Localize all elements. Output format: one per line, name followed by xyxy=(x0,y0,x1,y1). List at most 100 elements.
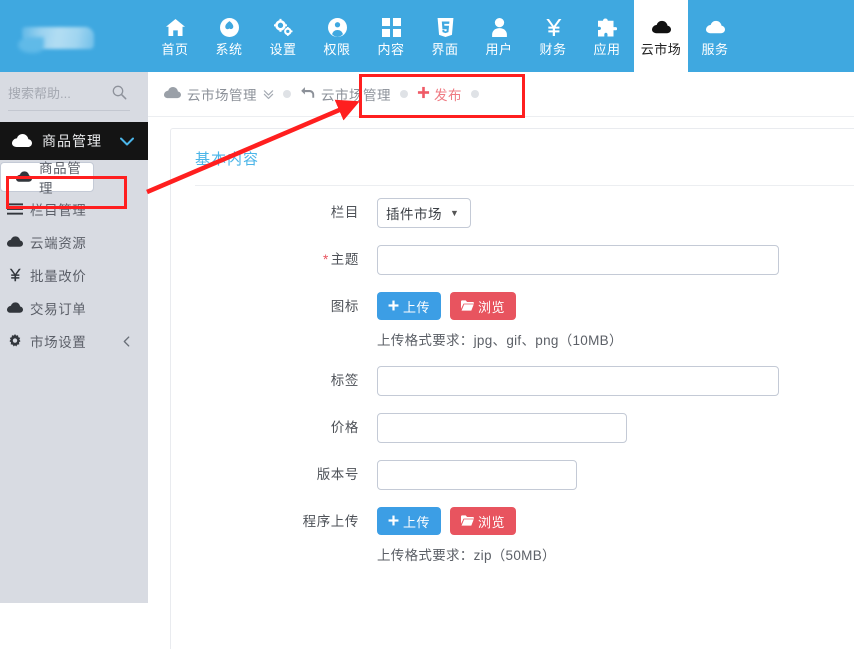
upload-hint-2: 上传格式要求：jpg、gif、png（10MB） xyxy=(377,333,623,348)
sidebar-search-row xyxy=(0,72,148,122)
breadcrumb-separator-dot xyxy=(283,90,291,98)
form-row-2: 图标 上传 浏览上传格式要求：jpg、gif、png（10MB） xyxy=(171,292,854,349)
logo-image xyxy=(22,27,94,49)
form-control-1 xyxy=(377,245,854,275)
upload-button-2[interactable]: 上传 xyxy=(377,292,442,320)
grid-icon xyxy=(381,15,401,41)
form-label-5: 版本号 xyxy=(316,467,359,482)
top-nav-item-10[interactable]: 服务 xyxy=(688,0,742,72)
form-label-1: * 主题 xyxy=(322,252,359,267)
cloud-icon xyxy=(705,15,725,41)
form-label-2: 图标 xyxy=(330,299,359,314)
publish-form: 栏目 插件市场 ▼ * 主题 图标 上传 浏览 上传格式要求：jpg、gif、png（10MB）… xyxy=(171,186,854,564)
browse-button-label: 浏览 xyxy=(478,299,506,315)
back-arrow-icon[interactable] xyxy=(300,86,315,102)
field-input-1[interactable] xyxy=(377,245,779,275)
folder-icon xyxy=(461,514,475,529)
breadcrumb-root-label: 云市场管理 xyxy=(187,88,257,103)
top-nav-item-4[interactable]: 内容 xyxy=(364,0,418,72)
globe-icon xyxy=(219,15,239,41)
top-nav-item-1[interactable]: 系统 xyxy=(202,0,256,72)
content-area: 云市场管理 云市场管理 发布 基本内容 栏目 插件市场 ▼ * 主题 图标 上传… xyxy=(148,72,854,649)
sidebar-item-label: 市场设置 xyxy=(30,334,87,350)
browse-button-6[interactable]: 浏览 xyxy=(450,507,517,535)
form-control-4 xyxy=(377,413,854,443)
cloud-icon xyxy=(0,235,30,249)
upload-button-6[interactable]: 上传 xyxy=(377,507,442,535)
sidebar-section-header[interactable]: 商品管理 xyxy=(0,122,158,160)
form-control-2: 上传 浏览上传格式要求：jpg、gif、png（10MB） xyxy=(377,292,854,349)
top-nav-item-2[interactable]: 设置 xyxy=(256,0,310,72)
search-input[interactable] xyxy=(8,86,124,101)
form-row-5: 版本号 xyxy=(171,460,854,490)
form-label-0: 栏目 xyxy=(330,205,359,220)
breadcrumb-back-label: 云市场管理 xyxy=(321,88,391,103)
search-underline xyxy=(8,110,130,111)
top-nav-item-6[interactable]: 用户 xyxy=(472,0,526,72)
breadcrumb-root[interactable]: 云市场管理 xyxy=(164,84,274,104)
gears-icon xyxy=(273,15,293,41)
chevrons-down-icon[interactable] xyxy=(263,89,274,100)
form-row-6: 程序上传 上传 浏览 上传格式要求：zip（50MB） xyxy=(171,507,854,564)
puzzle-icon xyxy=(597,15,617,41)
top-nav-label: 权限 xyxy=(323,41,351,57)
sidebar-item-1[interactable]: 栏目管理 xyxy=(0,192,148,225)
html5-icon xyxy=(436,15,455,41)
sidebar-item-0[interactable]: 商品管理 xyxy=(0,161,94,196)
breadcrumb-publish-action[interactable]: 发布 xyxy=(417,84,462,104)
cloud-icon xyxy=(164,86,181,102)
top-nav-item-8[interactable]: 应用 xyxy=(580,0,634,72)
form-control-5 xyxy=(377,460,854,490)
field-select-0[interactable]: 插件市场 ▼ xyxy=(377,198,471,228)
top-nav-label: 用户 xyxy=(485,41,513,57)
top-nav-label: 界面 xyxy=(431,41,459,57)
cloud-icon xyxy=(0,301,30,315)
sidebar-item-2[interactable]: 云端资源 xyxy=(0,225,148,258)
top-nav-item-7[interactable]: 财务 xyxy=(526,0,580,72)
chevron-left-icon[interactable] xyxy=(123,335,130,350)
cloud-icon xyxy=(9,170,39,184)
browse-button-2[interactable]: 浏览 xyxy=(450,292,517,320)
top-nav-label: 首页 xyxy=(161,41,189,57)
sidebar-item-label: 交易订单 xyxy=(30,301,87,317)
plus-icon xyxy=(417,86,430,102)
upload-button-label: 上传 xyxy=(403,299,431,315)
basic-content-card: 基本内容 栏目 插件市场 ▼ * 主题 图标 上传 浏览 上传格式要求：jpg、gif、png（… xyxy=(170,128,854,649)
form-control-3 xyxy=(377,366,854,396)
top-nav-item-9[interactable]: 云市场 xyxy=(634,0,688,72)
field-input-3[interactable] xyxy=(377,366,779,396)
app-logo[interactable] xyxy=(0,0,148,72)
sidebar-item-4[interactable]: 交易订单 xyxy=(0,291,148,324)
top-navigation-bar: 首页 系统 设置 权限 内容 界面 用户 财务 应用 云市场 服务 xyxy=(0,0,854,72)
form-row-1: * 主题 xyxy=(171,245,854,275)
field-input-5[interactable] xyxy=(377,460,577,490)
sidebar-item-label: 批量改价 xyxy=(30,268,87,284)
top-nav-label: 服务 xyxy=(701,41,729,57)
form-label-6: 程序上传 xyxy=(302,514,359,529)
top-nav-item-3[interactable]: 权限 xyxy=(310,0,364,72)
card-title: 基本内容 xyxy=(195,151,260,168)
plus-icon xyxy=(388,299,399,314)
browse-button-label: 浏览 xyxy=(478,514,506,530)
top-nav-label: 财务 xyxy=(539,41,567,57)
sidebar-item-5[interactable]: 市场设置 xyxy=(0,324,148,357)
plus-icon xyxy=(388,514,399,529)
gear-icon xyxy=(0,333,30,348)
upload-button-row-2: 上传 浏览 xyxy=(377,292,854,320)
top-nav-item-0[interactable]: 首页 xyxy=(148,0,202,72)
top-nav-item-5[interactable]: 界面 xyxy=(418,0,472,72)
top-nav-items: 首页 系统 设置 权限 内容 界面 用户 财务 应用 云市场 服务 xyxy=(148,0,742,72)
breadcrumb-separator-dot xyxy=(471,90,479,98)
cloud-icon xyxy=(651,15,671,41)
select-value: 插件市场 xyxy=(386,207,442,222)
field-input-4[interactable] xyxy=(377,413,627,443)
required-marker: * xyxy=(322,252,329,267)
breadcrumb-back[interactable]: 云市场管理 xyxy=(300,84,391,104)
sidebar-item-label: 云端资源 xyxy=(30,235,87,251)
sidebar-section-label: 商品管理 xyxy=(42,133,102,149)
sidebar-item-3[interactable]: 批量改价 xyxy=(0,258,148,291)
chevron-down-icon: ▼ xyxy=(450,207,460,218)
search-icon[interactable] xyxy=(112,85,127,103)
yen-icon xyxy=(544,15,563,41)
chevron-down-icon[interactable] xyxy=(120,137,134,146)
